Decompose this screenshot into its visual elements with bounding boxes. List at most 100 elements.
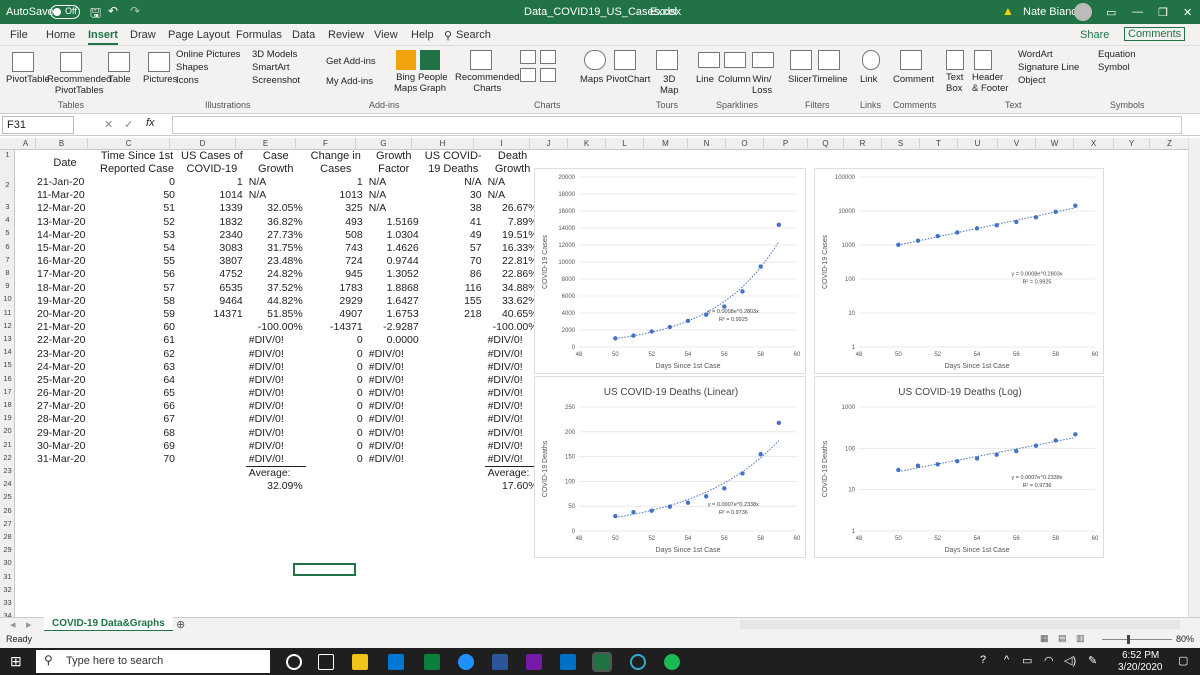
textbox-button[interactable]: Text Box xyxy=(946,72,963,94)
zoom-level[interactable]: 80% xyxy=(1176,634,1194,644)
table-cell[interactable]: 28-Mar-20 xyxy=(34,413,96,426)
table-cell[interactable]: Average: xyxy=(484,465,541,480)
row-header[interactable]: 18 xyxy=(0,400,15,409)
spotify-icon[interactable] xyxy=(664,654,680,670)
table-cell[interactable]: -100.00% xyxy=(246,321,306,334)
table-cell[interactable]: 22.81% xyxy=(485,255,541,268)
table-cell[interactable]: 1.3052 xyxy=(366,268,422,281)
table-cell[interactable]: #DIV/0! xyxy=(366,400,422,413)
tab-view[interactable]: View xyxy=(374,29,398,41)
tab-formulas[interactable]: Formulas xyxy=(236,29,282,41)
table-cell[interactable]: #DIV/0! xyxy=(366,361,422,374)
sparkline-column-button[interactable]: Column xyxy=(718,74,751,85)
table-cell[interactable] xyxy=(422,374,485,387)
table-cell[interactable]: 0 xyxy=(306,453,366,467)
enter-icon[interactable]: ✓ xyxy=(124,118,133,131)
col-header[interactable]: E xyxy=(236,138,296,150)
table-cell[interactable]: #DIV/0! xyxy=(485,453,541,467)
minimize-icon[interactable]: — xyxy=(1132,6,1143,18)
row-header[interactable]: 26 xyxy=(0,506,15,515)
volume-icon[interactable]: ◁) xyxy=(1064,654,1076,667)
table-cell[interactable]: 1014 xyxy=(178,189,246,202)
my-addins-button[interactable]: My Add-ins xyxy=(326,76,373,87)
column-chart-icon[interactable] xyxy=(520,50,536,64)
row-header[interactable]: 28 xyxy=(0,532,15,541)
col-header[interactable]: N xyxy=(688,138,726,150)
table-cell[interactable]: 508 xyxy=(306,229,366,242)
chrome-icon[interactable] xyxy=(630,654,646,670)
col-header[interactable]: X xyxy=(1074,138,1114,150)
table-cell[interactable]: 0 xyxy=(306,440,366,453)
table-cell[interactable]: 2340 xyxy=(178,229,246,242)
maximize-icon[interactable]: ❐ xyxy=(1158,6,1168,19)
header-cell[interactable]: US Cases of COVID-19 xyxy=(178,150,246,176)
hierarchy-chart-icon[interactable] xyxy=(540,50,556,64)
col-header[interactable]: D xyxy=(170,138,236,150)
table-cell[interactable]: 32.05% xyxy=(246,202,306,215)
chart-cases-log[interactable]: 1 10 100 1000 10000 100000 48 50 52 54 56 58 60 Days … xyxy=(814,168,1104,374)
table-cell[interactable]: 41 xyxy=(422,216,485,229)
table-cell[interactable] xyxy=(422,427,485,440)
table-button[interactable]: Table xyxy=(108,74,131,85)
row-header[interactable]: 30 xyxy=(0,558,15,567)
name-box[interactable]: F31 xyxy=(2,116,74,134)
chart-cases-linear[interactable]: 0 2000 4000 6000 8000 10000 12000 14000 16000 180… xyxy=(534,168,806,374)
table-cell[interactable]: 51 xyxy=(96,202,178,215)
table-cell[interactable] xyxy=(96,480,178,493)
smartart-button[interactable]: SmartArt xyxy=(252,62,289,73)
sparkline-line-button[interactable]: Line xyxy=(696,74,714,85)
table-cell[interactable]: 26-Mar-20 xyxy=(34,387,96,400)
icons-button[interactable]: Icons xyxy=(176,75,199,86)
row-header[interactable]: 1 xyxy=(0,150,15,159)
table-cell[interactable]: 40.65% xyxy=(485,308,541,321)
col-header[interactable]: M xyxy=(644,138,688,150)
table-cell[interactable]: #DIV/0! xyxy=(366,440,422,453)
table-cell[interactable] xyxy=(422,361,485,374)
table-cell[interactable]: 22-Mar-20 xyxy=(34,334,96,347)
table-cell[interactable]: 27.73% xyxy=(246,229,306,242)
table-cell[interactable]: 116 xyxy=(422,282,485,295)
taskbar-search[interactable]: ⚲ Type here to search xyxy=(36,650,270,673)
row-header[interactable]: 11 xyxy=(0,308,15,317)
table-cell[interactable]: 27-Mar-20 xyxy=(34,400,96,413)
task-view-icon[interactable] xyxy=(318,654,334,670)
header-cell[interactable]: Growth Factor xyxy=(366,150,422,176)
row-header[interactable]: 13 xyxy=(0,334,15,343)
row-header[interactable]: 25 xyxy=(0,492,15,501)
selected-cell[interactable] xyxy=(293,563,356,576)
maps-button[interactable]: Maps xyxy=(580,74,603,85)
header-cell[interactable]: Change in Cases xyxy=(306,150,366,176)
table-cell[interactable]: 50 xyxy=(96,189,178,202)
table-cell[interactable]: 67 xyxy=(96,413,178,426)
col-header[interactable]: U xyxy=(958,138,998,150)
table-cell[interactable]: 63 xyxy=(96,361,178,374)
col-header[interactable]: W xyxy=(1036,138,1074,150)
row-header[interactable]: 7 xyxy=(0,255,15,264)
undo-icon[interactable]: ↶ xyxy=(108,4,118,18)
table-cell[interactable] xyxy=(366,480,422,493)
table-cell[interactable] xyxy=(422,466,485,480)
table-cell[interactable]: 1.4626 xyxy=(366,242,422,255)
people-graph-button[interactable]: People Graph xyxy=(418,72,448,94)
table-cell[interactable]: 0 xyxy=(96,176,178,189)
word-icon[interactable] xyxy=(492,654,508,670)
row-header[interactable]: 24 xyxy=(0,479,15,488)
zoom-slider-thumb[interactable] xyxy=(1127,635,1130,644)
clock-date[interactable]: 3/20/2020 xyxy=(1118,662,1163,673)
table-cell[interactable]: Average: xyxy=(245,465,306,480)
pictures-button[interactable]: Pictures xyxy=(143,74,177,85)
table-cell[interactable] xyxy=(178,347,246,360)
col-header[interactable]: G xyxy=(356,138,412,150)
table-cell[interactable]: 20-Mar-20 xyxy=(34,308,96,321)
avatar[interactable] xyxy=(1074,3,1092,21)
bing-maps-button[interactable]: Bing Maps xyxy=(394,72,417,94)
col-header[interactable]: J xyxy=(530,138,568,150)
table-cell[interactable]: #DIV/0! xyxy=(246,427,306,440)
page-layout-view-icon[interactable]: ▤ xyxy=(1058,633,1067,644)
search-icon[interactable]: ⚲ xyxy=(444,29,452,42)
row-header[interactable]: 15 xyxy=(0,360,15,369)
table-cell[interactable]: 21-Jan-20 xyxy=(34,176,96,189)
table-cell[interactable]: #DIV/0! xyxy=(246,440,306,453)
table-cell[interactable]: 12-Mar-20 xyxy=(34,202,96,215)
table-cell[interactable]: 218 xyxy=(422,308,485,321)
